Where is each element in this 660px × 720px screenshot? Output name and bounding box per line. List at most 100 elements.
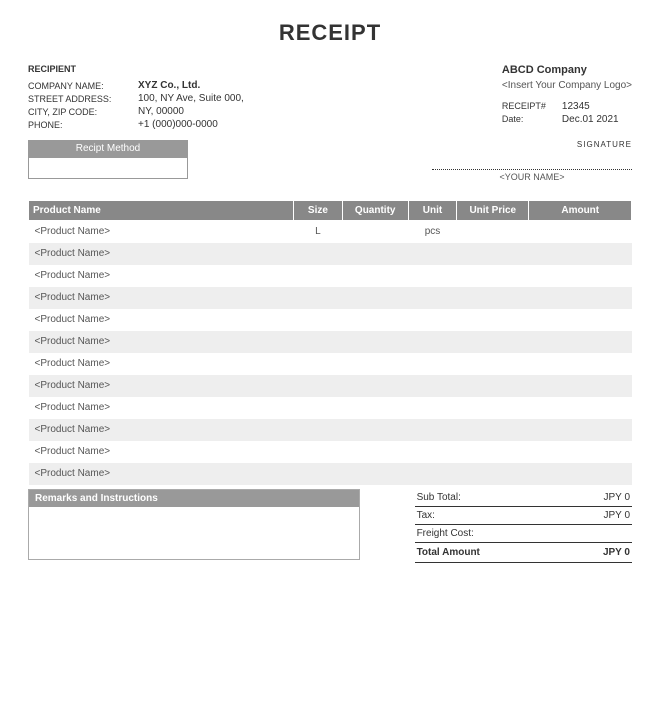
cell-unit <box>408 309 456 331</box>
table-row: <Product Name> <box>29 309 632 331</box>
cell-unit_price[interactable] <box>457 441 529 463</box>
table-row: <Product Name> <box>29 353 632 375</box>
cell-quantity[interactable] <box>342 375 408 397</box>
remarks-box: Remarks and Instructions <box>28 489 360 560</box>
company-name-value: XYZ Co., Ltd. <box>138 80 200 91</box>
cell-name: <Product Name> <box>29 309 294 331</box>
city-value: NY, 00000 <box>138 106 184 117</box>
recipient-block: RECIPIENT COMPANY NAME: XYZ Co., Ltd. ST… <box>28 64 244 132</box>
table-row: <Product Name> <box>29 265 632 287</box>
cell-unit_price[interactable] <box>457 221 529 243</box>
cell-size <box>294 463 342 485</box>
cell-amount <box>529 441 632 463</box>
cell-unit_price[interactable] <box>457 397 529 419</box>
cell-amount <box>529 331 632 353</box>
table-row: <Product Name> <box>29 397 632 419</box>
table-row: <Product Name> <box>29 441 632 463</box>
cell-name: <Product Name> <box>29 287 294 309</box>
cell-unit: pcs <box>408 221 456 243</box>
cell-name: <Product Name> <box>29 441 294 463</box>
table-row: <Product Name> <box>29 419 632 441</box>
cell-quantity[interactable] <box>342 331 408 353</box>
issuer-block: ABCD Company <Insert Your Company Logo> … <box>502 64 632 132</box>
remarks-body[interactable] <box>29 507 359 559</box>
date-value: Dec.01 2021 <box>562 114 619 125</box>
cell-name: <Product Name> <box>29 397 294 419</box>
cell-unit <box>408 419 456 441</box>
cell-unit <box>408 265 456 287</box>
cell-size <box>294 353 342 375</box>
street-value: 100, NY Ave, Suite 000, <box>138 93 244 104</box>
cell-quantity[interactable] <box>342 419 408 441</box>
cell-name: <Product Name> <box>29 221 294 243</box>
cell-quantity[interactable] <box>342 463 408 485</box>
cell-quantity[interactable] <box>342 397 408 419</box>
cell-amount <box>529 287 632 309</box>
table-row: <Product Name> <box>29 463 632 485</box>
table-row: <Product Name> <box>29 375 632 397</box>
remarks-header: Remarks and Instructions <box>29 490 359 507</box>
cell-size <box>294 265 342 287</box>
total-label: Total Amount <box>417 547 480 558</box>
cell-unit <box>408 243 456 265</box>
table-row: <Product Name>Lpcs <box>29 221 632 243</box>
cell-quantity[interactable] <box>342 221 408 243</box>
totals-block: Sub Total: JPY 0 Tax: JPY 0 Freight Cost… <box>415 489 632 563</box>
cell-amount <box>529 463 632 485</box>
cell-unit_price[interactable] <box>457 287 529 309</box>
col-header-size: Size <box>294 201 342 221</box>
subtotal-label: Sub Total: <box>417 492 461 503</box>
cell-name: <Product Name> <box>29 463 294 485</box>
cell-size: L <box>294 221 342 243</box>
cell-unit <box>408 375 456 397</box>
cell-size <box>294 419 342 441</box>
cell-amount <box>529 419 632 441</box>
cell-unit <box>408 463 456 485</box>
cell-quantity[interactable] <box>342 265 408 287</box>
cell-unit <box>408 331 456 353</box>
cell-size <box>294 375 342 397</box>
cell-quantity[interactable] <box>342 441 408 463</box>
street-label: STREET ADDRESS: <box>28 93 138 104</box>
table-row: <Product Name> <box>29 287 632 309</box>
cell-unit_price[interactable] <box>457 265 529 287</box>
cell-name: <Product Name> <box>29 331 294 353</box>
signature-line[interactable]: <YOUR NAME> <box>432 169 632 182</box>
cell-amount <box>529 309 632 331</box>
cell-quantity[interactable] <box>342 309 408 331</box>
tax-value: JPY 0 <box>604 510 631 521</box>
cell-unit_price[interactable] <box>457 463 529 485</box>
cell-unit_price[interactable] <box>457 243 529 265</box>
col-header-unit: Unit <box>408 201 456 221</box>
cell-name: <Product Name> <box>29 419 294 441</box>
cell-unit_price[interactable] <box>457 309 529 331</box>
document-title: RECEIPT <box>28 20 632 46</box>
cell-amount <box>529 265 632 287</box>
cell-amount <box>529 353 632 375</box>
col-header-name: Product Name <box>29 201 294 221</box>
cell-amount <box>529 243 632 265</box>
cell-size <box>294 397 342 419</box>
cell-unit_price[interactable] <box>457 375 529 397</box>
cell-unit <box>408 353 456 375</box>
receipt-method-input[interactable] <box>28 157 188 179</box>
recipient-heading: RECIPIENT <box>28 64 244 74</box>
cell-quantity[interactable] <box>342 287 408 309</box>
logo-placeholder: <Insert Your Company Logo> <box>502 80 632 91</box>
cell-unit_price[interactable] <box>457 419 529 441</box>
date-label: Date: <box>502 114 562 125</box>
cell-quantity[interactable] <box>342 243 408 265</box>
receipt-number-label: RECEIPT# <box>502 101 562 112</box>
cell-unit_price[interactable] <box>457 353 529 375</box>
cell-quantity[interactable] <box>342 353 408 375</box>
receipt-number-value: 12345 <box>562 101 590 112</box>
cell-unit <box>408 397 456 419</box>
phone-label: PHONE: <box>28 119 138 130</box>
receipt-method-block: Recipt Method <box>28 140 188 179</box>
cell-unit_price[interactable] <box>457 331 529 353</box>
tax-label: Tax: <box>417 510 435 521</box>
cell-name: <Product Name> <box>29 375 294 397</box>
city-label: CITY, ZIP CODE: <box>28 106 138 117</box>
total-value: JPY 0 <box>603 547 630 558</box>
cell-size <box>294 309 342 331</box>
